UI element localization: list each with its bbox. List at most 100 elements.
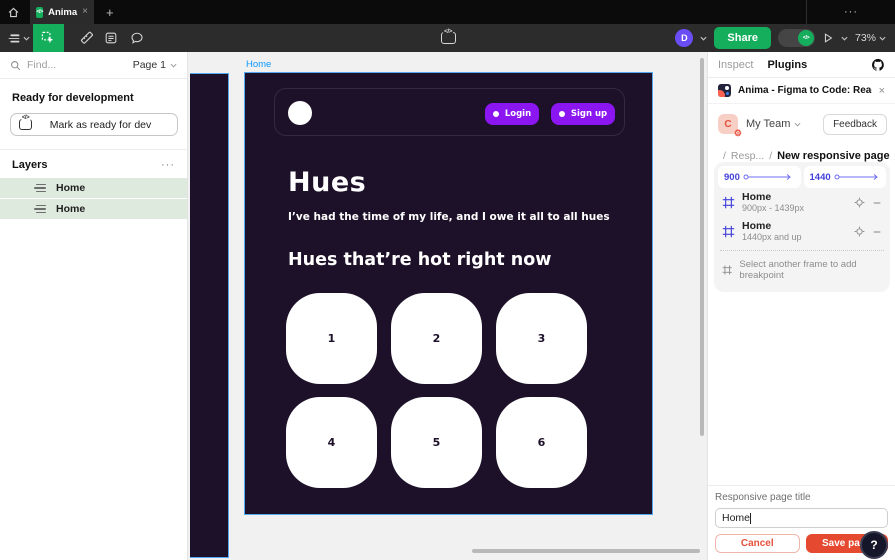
titlebar-menu-icon[interactable]: ··· xyxy=(844,0,858,24)
select-tool-button[interactable] xyxy=(33,24,64,52)
team-chevron-icon xyxy=(794,122,801,127)
tab-plugins[interactable]: Plugins xyxy=(767,59,807,71)
locate-frame-icon[interactable] xyxy=(854,197,865,208)
add-breakpoint-hint-label: Select another frame to add breakpoint xyxy=(739,259,882,281)
frame-layer-icon xyxy=(34,184,46,193)
breadcrumb-separator: / xyxy=(769,150,772,162)
canvas[interactable]: Home Login Sign up Hues I’ve had the tim… xyxy=(188,52,707,560)
layer-name: Home xyxy=(56,203,85,215)
layer-row-home-1[interactable]: Home xyxy=(0,178,187,198)
annotate-tool-button[interactable] xyxy=(98,24,124,52)
tab-anima[interactable]: </> Anima × xyxy=(30,0,94,24)
breadcrumb-separator: / xyxy=(723,150,726,162)
page-title-input[interactable]: Home xyxy=(715,508,888,528)
layers-title: Layers xyxy=(12,159,161,171)
design-tile: 6 xyxy=(496,397,587,488)
team-selector[interactable]: My Team xyxy=(746,118,801,130)
dev-resources-button[interactable]: </> xyxy=(437,24,459,52)
design-tile: 4 xyxy=(286,397,377,488)
mark-ready-button[interactable]: </> Mark as ready for dev xyxy=(10,113,178,136)
breadcrumb-current: New responsive page xyxy=(777,150,890,162)
breakpoint-frame-name: Home xyxy=(742,220,847,232)
breakpoint-frame-icon xyxy=(722,225,735,238)
breakpoint-frame-row-1[interactable]: Home 900px - 1439px xyxy=(718,188,886,217)
vertical-scrollbar[interactable] xyxy=(700,58,704,436)
zoom-level-dropdown[interactable]: 73% xyxy=(855,32,886,44)
user-avatar[interactable]: D xyxy=(675,29,693,47)
design-logo xyxy=(288,101,312,125)
range-arrow-icon xyxy=(743,173,793,181)
comment-tool-button[interactable] xyxy=(124,24,150,52)
breakpoints-panel: 900 1440 Home 900px - 1439px xyxy=(714,162,890,292)
frame-home-1440-partial[interactable] xyxy=(190,73,229,558)
breakpoint-max-pill[interactable]: 1440 xyxy=(804,166,887,188)
home-icon[interactable] xyxy=(0,0,26,24)
help-button[interactable]: ? xyxy=(860,531,888,559)
toolbar: </> D Share </> 73% xyxy=(0,24,895,52)
page-selector-label: Page 1 xyxy=(133,59,166,71)
breakpoint-frame-icon xyxy=(722,196,735,209)
search-input[interactable] xyxy=(27,59,127,71)
team-name: My Team xyxy=(746,118,790,130)
ready-for-dev-title: Ready for development xyxy=(0,79,187,113)
horizontal-scrollbar[interactable] xyxy=(472,549,700,553)
locate-frame-icon[interactable] xyxy=(854,226,865,237)
avatar-chevron-icon[interactable] xyxy=(700,36,707,41)
range-arrow-icon xyxy=(834,173,880,181)
main-menu-button[interactable] xyxy=(5,24,33,52)
breakpoint-frame-range: 1440px and up xyxy=(742,232,847,242)
present-play-icon[interactable] xyxy=(822,32,834,44)
share-button[interactable]: Share xyxy=(714,27,771,49)
layers-menu-icon[interactable]: ··· xyxy=(161,159,175,171)
plugin-close-icon[interactable]: × xyxy=(879,85,885,97)
dotted-divider xyxy=(720,250,884,251)
breakpoint-max-value: 1440 xyxy=(810,172,831,183)
breakpoint-frame-row-2[interactable]: Home 1440px and up xyxy=(718,217,886,246)
layer-name: Home xyxy=(56,182,85,194)
frame-layer-icon xyxy=(34,205,46,214)
measure-tool-button[interactable] xyxy=(72,24,98,52)
frame-label[interactable]: Home xyxy=(246,59,271,70)
ruler-icon xyxy=(78,31,93,46)
frame-icon xyxy=(722,264,732,276)
design-tile: 1 xyxy=(286,293,377,384)
tab-label: Anima xyxy=(48,7,77,18)
tab-close-icon[interactable]: × xyxy=(82,7,88,17)
github-icon[interactable] xyxy=(871,58,885,72)
new-tab-button[interactable]: + xyxy=(106,5,114,20)
tab-inspect[interactable]: Inspect xyxy=(718,59,753,71)
remove-breakpoint-icon[interactable] xyxy=(872,198,882,208)
design-signup-button: Sign up xyxy=(551,103,615,125)
comment-icon xyxy=(130,31,144,45)
present-chevron-icon[interactable] xyxy=(841,36,848,41)
gear-badge-icon: ⚙ xyxy=(734,129,742,138)
design-tile: 3 xyxy=(496,293,587,384)
frame-home-design[interactable]: Login Sign up Hues I’ve had the time of … xyxy=(244,72,653,515)
cursor-icon xyxy=(41,31,56,46)
anima-tab-favicon-icon: </> xyxy=(36,7,43,18)
feedback-button[interactable]: Feedback xyxy=(823,114,887,135)
code-bracket-icon: </> xyxy=(441,32,456,44)
page-selector[interactable]: Page 1 xyxy=(133,59,177,71)
remove-breakpoint-icon[interactable] xyxy=(872,227,882,237)
breakpoint-frame-range: 900px - 1439px xyxy=(742,203,847,213)
titlebar-divider xyxy=(806,0,807,24)
design-tile-grid: 1 2 3 4 5 6 xyxy=(286,293,616,488)
cancel-button[interactable]: Cancel xyxy=(715,534,800,553)
design-tile: 2 xyxy=(391,293,482,384)
breakpoint-min-value: 900 xyxy=(724,172,740,183)
team-avatar[interactable]: C⚙ xyxy=(718,114,738,134)
design-hero-title: Hues xyxy=(288,167,366,198)
dev-mode-toggle[interactable]: </> xyxy=(778,29,815,47)
design-section-title: Hues that’re hot right now xyxy=(288,250,551,270)
zoom-chevron-icon xyxy=(879,36,886,41)
left-sidebar: Page 1 Ready for development </> Mark as… xyxy=(0,52,188,560)
design-hero-subtitle: I’ve had the time of my life, and I owe … xyxy=(288,211,610,223)
page-title-value: Home xyxy=(722,512,750,524)
layer-row-home-2[interactable]: Home xyxy=(0,199,187,219)
breadcrumb-collapsed[interactable]: Resp... xyxy=(731,150,764,162)
breakpoint-min-pill[interactable]: 900 xyxy=(718,166,801,188)
add-breakpoint-hint[interactable]: Select another frame to add breakpoint xyxy=(718,255,886,281)
page-chevron-icon xyxy=(170,63,177,68)
search-icon xyxy=(10,60,21,71)
